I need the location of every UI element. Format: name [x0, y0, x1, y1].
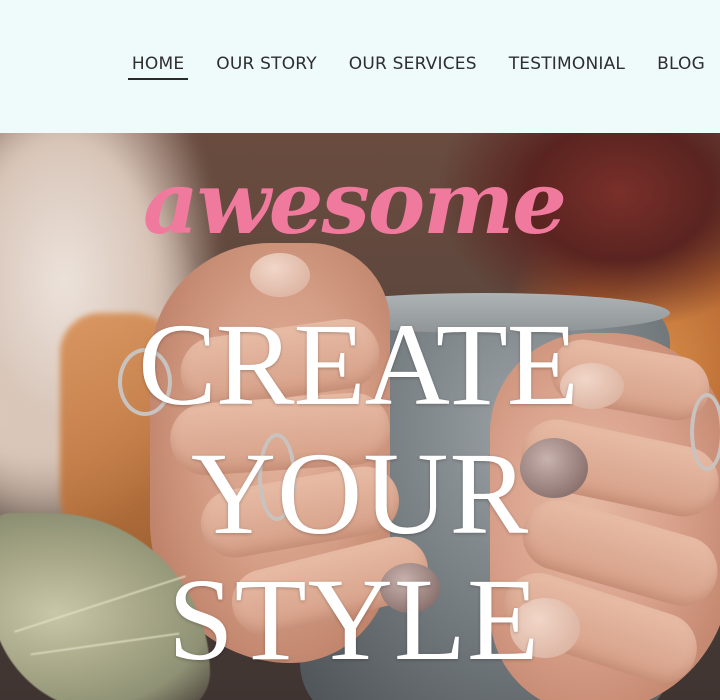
main-navigation: HOME OUR STORY OUR SERVICES TESTIMONIAL … [127, 54, 705, 80]
hero-banner: awesome CREATE YOUR STYLE [0, 133, 720, 700]
hero-headline-line-2: YOUR [190, 428, 530, 559]
hero-photo-nail [250, 253, 310, 297]
page: HOME OUR STORY OUR SERVICES TESTIMONIAL … [0, 0, 720, 700]
hero-headline-line-1: CREATE [138, 299, 579, 430]
nav-item-our-story[interactable]: OUR STORY [216, 54, 317, 78]
hero-headline-line-3: STYLE [167, 554, 541, 685]
hero-script-word: awesome [143, 153, 567, 254]
nav-item-testimonial[interactable]: TESTIMONIAL [509, 54, 625, 78]
nav-item-blog[interactable]: BLOG [657, 54, 705, 78]
nav-item-home[interactable]: HOME [127, 54, 189, 80]
nav-item-our-services[interactable]: OUR SERVICES [349, 54, 477, 78]
site-header: HOME OUR STORY OUR SERVICES TESTIMONIAL … [0, 0, 720, 133]
